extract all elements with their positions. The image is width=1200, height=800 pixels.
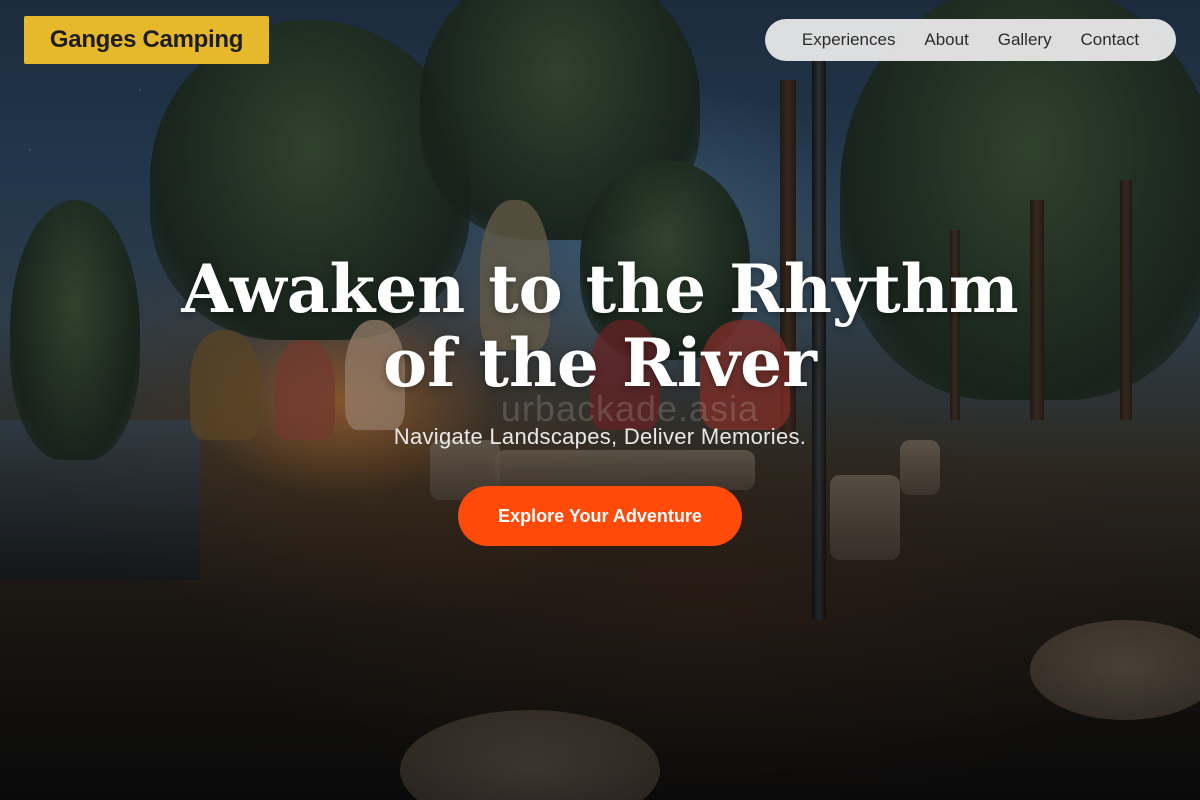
main-nav: Experiences About Gallery Contact xyxy=(765,19,1176,61)
hero-title: Awaken to the Rhythm of the River xyxy=(181,250,1019,402)
nav-item-experiences[interactable]: Experiences xyxy=(802,30,896,50)
hero-subtitle: Navigate Landscapes, Deliver Memories. xyxy=(393,424,807,449)
explore-adventure-button[interactable]: Explore Your Adventure xyxy=(458,486,742,546)
nav-item-about[interactable]: About xyxy=(924,30,968,50)
nav-item-gallery[interactable]: Gallery xyxy=(998,30,1052,50)
site-logo[interactable]: Ganges Camping xyxy=(24,16,269,64)
nav-item-contact[interactable]: Contact xyxy=(1080,30,1139,50)
